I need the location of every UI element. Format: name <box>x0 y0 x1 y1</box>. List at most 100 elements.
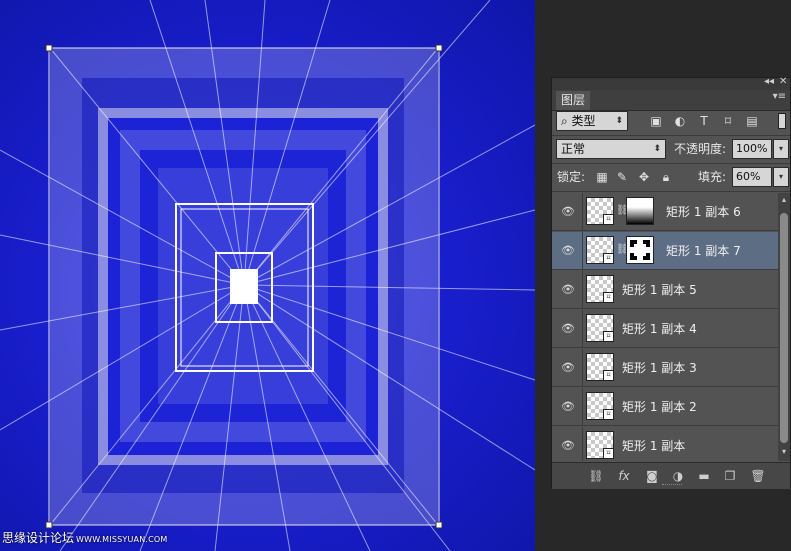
transform-handle-bottom-left[interactable] <box>45 521 53 529</box>
blend-row: 正常 ⬍ 不透明度: 100% ▾ <box>552 139 790 165</box>
eye-icon[interactable]: 👁︎ <box>560 399 576 415</box>
layer-thumbnail[interactable]: ⌑ <box>586 353 614 381</box>
vector-mask-badge-icon: ⌑ <box>603 448 614 459</box>
trash-icon[interactable]: 🗑︎ <box>750 468 766 484</box>
layer-row[interactable]: 👁︎ ⌑ 矩形 1 副本 4 <box>552 310 778 348</box>
new-group-icon[interactable]: ▬ <box>696 468 712 484</box>
lock-row: 锁定: ▦ ✎ ✥ 🔒︎ 填充: 60% ▾ <box>552 167 790 193</box>
layer-row[interactable]: 👁︎ ⌑ 矩形 1 副本 5 <box>552 271 778 309</box>
layer-thumbnail[interactable]: ⌑ <box>586 431 614 459</box>
lock-label: 锁定: <box>557 170 586 184</box>
transform-handle-top-right[interactable] <box>435 44 443 52</box>
fill-input[interactable]: 60% <box>732 167 772 187</box>
transform-handle-bottom-right[interactable] <box>435 521 443 529</box>
panel-resize-grip[interactable] <box>662 484 682 488</box>
divider <box>552 163 790 164</box>
panel-menu-icon[interactable]: ▾≡ <box>773 91 786 102</box>
eye-icon[interactable]: 👁︎ <box>560 360 576 376</box>
layer-row[interactable]: 👁︎ ⌑ 矩形 1 副本 2 <box>552 388 778 426</box>
lock-paint-icon[interactable]: ✎ <box>614 169 630 185</box>
scrollbar-thumb[interactable] <box>780 213 788 443</box>
layer-list-scrollbar[interactable]: ▴ ▾ <box>778 193 790 461</box>
opacity-dropdown-button[interactable]: ▾ <box>773 139 789 159</box>
layer-name: 矩形 1 副本 7 <box>666 244 741 258</box>
scroll-up-arrow-icon[interactable]: ▴ <box>778 195 790 207</box>
divider <box>552 191 790 192</box>
lock-all-icon[interactable]: 🔒︎ <box>658 169 674 185</box>
vector-mask-badge-icon: ⌑ <box>603 409 614 420</box>
divider <box>552 135 790 136</box>
vector-mask-badge-icon: ⌑ <box>603 292 614 303</box>
layer-thumbnail[interactable]: ⌑ <box>586 236 614 264</box>
double-left-arrow-icon[interactable]: ◂◂ <box>764 76 774 87</box>
layer-thumbnail[interactable]: ⌑ <box>586 314 614 342</box>
transform-handle-top-left[interactable] <box>45 44 53 52</box>
layer-thumbnail[interactable]: ⌑ <box>586 197 614 225</box>
watermark-text: 思缘设计论坛 <box>2 531 75 545</box>
eye-column-divider <box>582 193 583 230</box>
watermark: 思缘设计论坛 WWW.MISSYUAN.COM <box>2 529 168 546</box>
eye-icon[interactable]: 👁︎ <box>560 282 576 298</box>
layer-thumbnail[interactable]: ⌑ <box>586 275 614 303</box>
layers-footer-toolbar: ⛓ fx ◙ ◑ ▬ ❐ 🗑︎ <box>552 462 790 489</box>
layer-row[interactable]: 👁︎ ⌑ 矩形 1 副本 3 <box>552 349 778 387</box>
center-square <box>230 269 258 304</box>
adjustment-filter-icon[interactable]: ◐ <box>672 113 688 129</box>
eye-icon[interactable]: 👁︎ <box>560 204 576 220</box>
layer-mask-thumbnail[interactable] <box>626 197 654 225</box>
layer-name: 矩形 1 副本 2 <box>622 400 697 414</box>
blend-mode-select[interactable]: 正常 ⬍ <box>556 139 666 159</box>
link-layers-icon[interactable]: ⛓ <box>588 468 604 484</box>
panel-tab-bar: 图层 ▾≡ <box>552 90 790 111</box>
filter-toggle-switch[interactable] <box>778 113 786 129</box>
eye-icon[interactable]: 👁︎ <box>560 321 576 337</box>
eye-column-divider <box>582 427 583 461</box>
eye-column-divider <box>582 271 583 308</box>
close-x-icon[interactable]: ✕ <box>779 76 787 87</box>
layer-mask-thumbnail[interactable] <box>626 236 654 264</box>
vector-mask-badge-icon: ⌑ <box>603 214 614 225</box>
vector-mask-badge-icon: ⌑ <box>603 370 614 381</box>
blend-mode-label: 正常 <box>561 142 586 156</box>
filter-kind-select[interactable]: ⌕ 类型 ⬍ <box>556 111 628 131</box>
smart-object-filter-icon[interactable]: ▤ <box>744 113 760 129</box>
updown-arrow-icon: ⬍ <box>615 116 623 126</box>
eye-column-divider <box>582 388 583 425</box>
tab-layers[interactable]: 图层 <box>556 91 591 110</box>
eye-column-divider <box>582 310 583 347</box>
new-layer-icon[interactable]: ❐ <box>722 468 738 484</box>
filter-row: ⌕ 类型 ⬍ ▣ ◐ T ⌑ ▤ <box>552 111 790 137</box>
opacity-input[interactable]: 100% <box>732 139 772 159</box>
lock-position-icon[interactable]: ✥ <box>636 169 652 185</box>
vector-mask-badge-icon: ⌑ <box>603 253 614 264</box>
layer-row[interactable]: 👁︎ ⌑ 矩形 1 副本 <box>552 427 778 461</box>
add-mask-icon[interactable]: ◙ <box>644 468 660 484</box>
type-filter-icon[interactable]: T <box>696 113 712 129</box>
layer-name: 矩形 1 副本 <box>622 439 686 453</box>
scroll-down-arrow-icon[interactable]: ▾ <box>778 447 790 459</box>
search-icon: ⌕ <box>561 114 572 128</box>
updown-arrow-icon: ⬍ <box>653 144 661 154</box>
layer-row[interactable]: 👁︎ ⌑ ⛓ 矩形 1 副本 7 <box>552 232 778 270</box>
fill-label: 填充: <box>698 170 727 184</box>
eye-icon[interactable]: 👁︎ <box>560 438 576 454</box>
watermark-url: WWW.MISSYUAN.COM <box>76 535 168 544</box>
adjustment-layer-icon[interactable]: ◑ <box>670 468 686 484</box>
fill-dropdown-button[interactable]: ▾ <box>773 167 789 187</box>
eye-column-divider <box>582 232 583 269</box>
layer-row[interactable]: 👁︎ ⌑ ⛓ 矩形 1 副本 6 <box>552 193 778 231</box>
image-filter-icon[interactable]: ▣ <box>648 113 664 129</box>
eye-column-divider <box>582 349 583 386</box>
filter-kind-label: 类型 <box>571 114 596 128</box>
shape-filter-icon[interactable]: ⌑ <box>720 113 736 129</box>
opacity-label: 不透明度: <box>674 142 727 156</box>
document-canvas[interactable] <box>0 0 535 551</box>
lock-transparent-icon[interactable]: ▦ <box>594 169 610 185</box>
layers-panel: ◂◂ ✕ 图层 ▾≡ ⌕ 类型 ⬍ ▣ ◐ T ⌑ ▤ 正常 ⬍ 不透明度: 1… <box>551 76 791 489</box>
layer-list: 👁︎ ⌑ ⛓ 矩形 1 副本 6 👁︎ ⌑ ⛓ 矩形 1 副本 7 👁︎ ⌑ 矩形 1 副本 5 👁︎… <box>552 193 778 461</box>
panel-title-strip: ◂◂ ✕ <box>552 76 790 90</box>
eye-icon[interactable]: 👁︎ <box>560 243 576 259</box>
fx-icon[interactable]: fx <box>616 468 632 484</box>
layer-name: 矩形 1 副本 3 <box>622 361 697 375</box>
layer-thumbnail[interactable]: ⌑ <box>586 392 614 420</box>
